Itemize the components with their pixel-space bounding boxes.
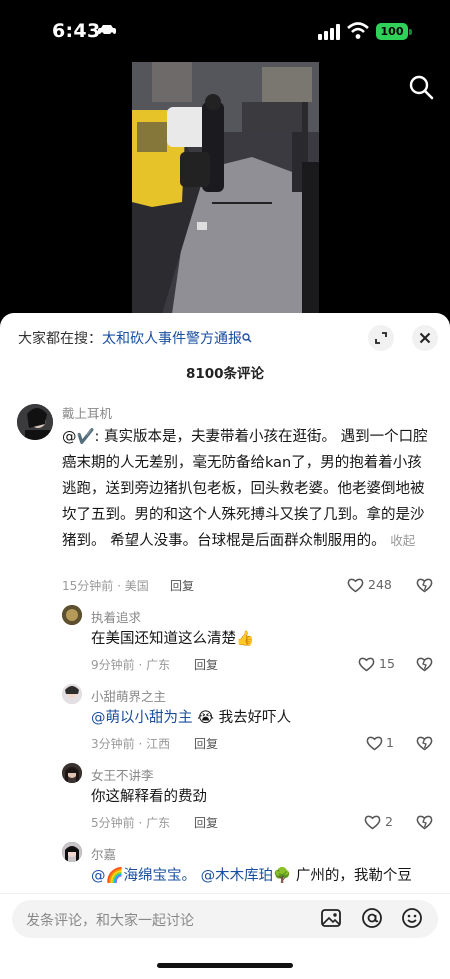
trending-query[interactable]: 太和砍人事件警方通报 <box>102 331 242 347</box>
avatar[interactable] <box>62 684 82 704</box>
heart-icon[interactable] <box>347 577 364 593</box>
avatar[interactable] <box>17 404 53 440</box>
comment-text: @萌以小甜为主 😭 我去好吓人 <box>91 705 291 731</box>
comment-text: @🌈海绵宝宝。 @木木库珀🌳 广州的，我勒个豆 <box>91 863 412 889</box>
comment-body: @✔️: 真实版本是，夫妻带着小孩在逛街。 遇到一个口腔癌末期的人无差别，毫无防… <box>62 429 428 549</box>
like-count: 15 <box>379 656 395 671</box>
wifi-icon <box>347 22 369 39</box>
expand-button[interactable] <box>368 325 394 351</box>
comment-username[interactable]: 小甜萌界之主 <box>91 686 166 705</box>
video-frame[interactable] <box>132 62 319 314</box>
comment-username[interactable]: 执着追求 <box>91 607 141 626</box>
like-count: 2 <box>385 814 393 829</box>
close-button[interactable] <box>412 325 438 351</box>
like-count: 1 <box>386 735 394 750</box>
status-time: 6:43 <box>52 20 101 42</box>
avatar-image <box>62 605 82 625</box>
comment-body: 在美国还知道这么清楚👍 <box>91 631 255 647</box>
at-icon[interactable] <box>361 907 383 929</box>
collapse-link[interactable]: 收起 <box>390 533 415 548</box>
close-icon <box>419 332 431 344</box>
heart-icon[interactable] <box>366 735 383 751</box>
reply-button[interactable]: 回复 <box>194 814 218 831</box>
trending-prefix: 大家都在搜： <box>18 331 102 347</box>
comment-meta: 15分钟前 · 美国 <box>62 579 149 593</box>
dislike-icon[interactable] <box>416 814 433 830</box>
small-search-icon <box>242 333 252 343</box>
mention-link[interactable]: @木木库珀🌳 <box>201 868 292 884</box>
battery-indicator: 100 <box>376 23 408 40</box>
emoji-icon[interactable] <box>401 907 423 929</box>
dislike-icon[interactable] <box>416 735 433 751</box>
avatar-image <box>62 842 82 862</box>
avatar-image <box>62 763 82 783</box>
mention-link[interactable]: @🌈海绵宝宝。 <box>91 868 196 884</box>
image-icon[interactable] <box>320 907 342 929</box>
dislike-icon[interactable] <box>416 577 433 593</box>
expand-icon <box>375 332 387 344</box>
comment-username[interactable]: 女王不讲李 <box>91 765 154 784</box>
comment-text: @✔️: 真实版本是，夫妻带着小孩在逛街。 遇到一个口腔癌末期的人无差别，毫无防… <box>62 424 434 554</box>
car-icon <box>98 25 116 36</box>
battery-tip <box>409 29 412 35</box>
dislike-icon[interactable] <box>416 656 433 672</box>
comment-meta: 3分钟前 · 江西 <box>91 737 171 751</box>
comment-username[interactable]: 戴上耳机 <box>62 403 112 422</box>
home-indicator[interactable] <box>157 963 293 968</box>
avatar[interactable] <box>62 842 82 862</box>
trending-search[interactable]: 大家都在搜：太和砍人事件警方通报 <box>18 328 252 348</box>
reply-button[interactable]: 回复 <box>170 577 194 594</box>
avatar-image <box>62 684 82 704</box>
search-icon[interactable] <box>408 74 434 100</box>
like-count: 248 <box>368 577 392 592</box>
heart-icon[interactable] <box>358 656 375 672</box>
avatar[interactable] <box>62 763 82 783</box>
signal-icon <box>318 24 340 40</box>
comment-body: 你这解释看的费劲 <box>91 789 207 805</box>
status-bar: 6:43 100 <box>0 0 450 64</box>
comment-meta: 9分钟前 · 广东 <box>91 658 171 672</box>
comment-input-placeholder: 发条评论，和大家一起讨论 <box>26 913 194 929</box>
comment-body: 😭 我去好吓人 <box>192 710 292 726</box>
reply-button[interactable]: 回复 <box>194 656 218 673</box>
heart-icon[interactable] <box>364 814 381 830</box>
comment-username[interactable]: 尔嘉 <box>91 844 116 863</box>
comment-body: 广州的，我勒个豆 <box>291 868 412 884</box>
reply-button[interactable]: 回复 <box>194 735 218 752</box>
avatar-image <box>17 404 53 440</box>
mention-link[interactable]: @萌以小甜为主 <box>91 710 193 726</box>
comment-meta: 5分钟前 · 广东 <box>91 816 171 830</box>
avatar[interactable] <box>62 605 82 625</box>
comments-count: 8100条评论 <box>185 366 265 382</box>
video-scene <box>132 62 319 314</box>
